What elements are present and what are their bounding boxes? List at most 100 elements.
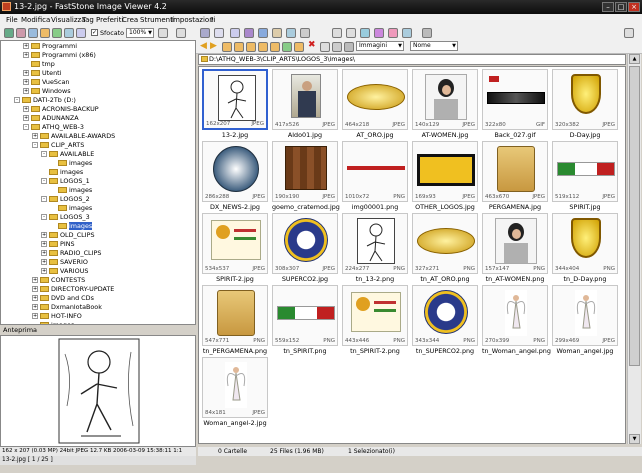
rotate-icon[interactable] bbox=[176, 28, 186, 38]
effects-icon[interactable] bbox=[374, 28, 384, 38]
tree-expander[interactable]: + bbox=[41, 232, 47, 238]
thumbnail-frame[interactable]: 463x670 JPEG bbox=[482, 141, 548, 202]
thumb-size-icon[interactable] bbox=[332, 42, 342, 52]
tree-node[interactable]: - CLIP_ARTS bbox=[32, 141, 84, 150]
tree-node[interactable]: images bbox=[50, 159, 92, 168]
tree-expander[interactable]: - bbox=[14, 97, 20, 103]
scroll-thumb[interactable] bbox=[629, 66, 640, 366]
tree-node[interactable]: + AVAILABLE-AWARDS bbox=[32, 132, 115, 141]
tree-expander[interactable]: + bbox=[23, 106, 29, 112]
zoom-select[interactable]: 100% ▼ bbox=[126, 28, 154, 38]
slideshow-icon[interactable] bbox=[76, 28, 86, 38]
tree-node[interactable]: + Programmi (x86) bbox=[23, 51, 96, 60]
open-icon[interactable] bbox=[4, 28, 14, 38]
thumbnail-item[interactable]: 140x129 JPEG AT-WOMEN.jpg bbox=[412, 69, 478, 139]
tree-expander[interactable]: + bbox=[23, 70, 29, 76]
thumbnail-frame[interactable]: 443x446 PNG bbox=[342, 285, 408, 346]
tree-expander[interactable]: + bbox=[23, 52, 29, 58]
thumbnail-frame[interactable]: 320x382 JPEG bbox=[552, 69, 618, 130]
batch-icon[interactable] bbox=[346, 28, 356, 38]
close-button[interactable]: × bbox=[628, 2, 640, 12]
tree-expander[interactable]: - bbox=[23, 124, 29, 130]
tree-node[interactable]: + Programmi bbox=[23, 42, 77, 51]
browse-icon[interactable] bbox=[16, 28, 26, 38]
forward-arrow-icon[interactable]: ▶ bbox=[210, 41, 217, 51]
tree-node[interactable]: images bbox=[32, 321, 74, 324]
thumbnail-item[interactable]: 299x469 JPEG Woman_angel.jpg bbox=[552, 285, 618, 355]
thumbnail-item[interactable]: 463x670 JPEG PERGAMENA.jpg bbox=[482, 141, 548, 211]
nav-icon[interactable] bbox=[52, 28, 62, 38]
minimize-button[interactable]: – bbox=[602, 2, 614, 12]
thumbnail-item[interactable]: 417x526 JPEG Aldo01.jpg bbox=[272, 69, 338, 139]
move-to-icon[interactable] bbox=[270, 42, 280, 52]
sort-select[interactable]: Nome ▼ bbox=[410, 41, 458, 51]
document-icon[interactable] bbox=[214, 28, 224, 38]
thumbnail-item[interactable]: 162x207 JPEG 13-2.jpg bbox=[202, 69, 268, 139]
tree-node[interactable]: images bbox=[41, 168, 83, 177]
thumbnail-frame[interactable]: 140x129 JPEG bbox=[412, 69, 478, 130]
scroll-up-button[interactable]: ▲ bbox=[629, 54, 640, 64]
tree-node[interactable]: + PINS bbox=[41, 240, 75, 249]
tree-expander[interactable]: + bbox=[32, 277, 38, 283]
tree-node[interactable]: + ACRONIS-BACKUP bbox=[23, 105, 99, 114]
menu-crea[interactable]: Crea bbox=[122, 16, 138, 24]
thumbnail-item[interactable]: 327x271 PNG tn_AT_ORO.png bbox=[412, 213, 478, 283]
menu-preferiti[interactable]: Preferiti bbox=[96, 16, 123, 24]
compare-icon[interactable] bbox=[244, 28, 254, 38]
thumbnail-item[interactable]: 308x307 JPEG SUPERCO2.jpg bbox=[272, 213, 338, 283]
tree-expander[interactable]: + bbox=[23, 115, 29, 121]
thumbnail-item[interactable]: 343x344 PNG tn_SUPERCO2.png bbox=[412, 285, 478, 355]
recycle-icon[interactable] bbox=[294, 42, 304, 52]
thumbnail-item[interactable]: 534x537 JPEG SPIRIT-2.jpg bbox=[202, 213, 268, 283]
tree-expander[interactable]: + bbox=[32, 313, 38, 319]
edit-icon[interactable] bbox=[258, 28, 268, 38]
thumbnail-item[interactable]: 169x93 JPEG OTHER_LOGOS.jpg bbox=[412, 141, 478, 211]
thumbnail-frame[interactable]: 84x181 JPEG bbox=[202, 357, 268, 418]
thumbnail-item[interactable]: 464x218 JPEG AT_ORO.jpg bbox=[342, 69, 408, 139]
back-arrow-icon[interactable]: ◀ bbox=[200, 41, 207, 51]
tree-expander[interactable]: + bbox=[32, 286, 38, 292]
thumbnail-frame[interactable]: 547x771 PNG bbox=[202, 285, 268, 346]
thumbnail-frame[interactable]: 299x469 JPEG bbox=[552, 285, 618, 346]
thumbnail-frame[interactable]: 308x307 JPEG bbox=[272, 213, 338, 274]
thumbnail-frame[interactable]: 344x404 PNG bbox=[552, 213, 618, 274]
tree-node[interactable]: - LOGOS_1 bbox=[41, 177, 90, 186]
flag-icon[interactable] bbox=[402, 28, 412, 38]
tree-node[interactable]: + CONTESTS bbox=[32, 276, 85, 285]
menu-strumenti[interactable]: Strumenti bbox=[140, 16, 175, 24]
path-bar[interactable]: D:\ATHQ_WEB-3\CLIP_ARTS\LOGOS_3\images\ bbox=[198, 54, 626, 65]
thumbnail-frame[interactable]: 157x147 PNG bbox=[482, 213, 548, 274]
menu-help[interactable]: ? bbox=[210, 16, 214, 24]
tree-expander[interactable]: + bbox=[23, 88, 29, 94]
menu-file[interactable]: File bbox=[6, 16, 18, 24]
vertical-scrollbar[interactable]: ▲ ▼ bbox=[627, 54, 641, 444]
menu-visualizza[interactable]: Visualizza bbox=[51, 16, 85, 24]
tree-expander[interactable]: + bbox=[41, 259, 47, 265]
resize-icon[interactable] bbox=[332, 28, 342, 38]
folder-icon[interactable] bbox=[40, 28, 50, 38]
thumbnail-frame[interactable]: 343x344 PNG bbox=[412, 285, 478, 346]
tree-node[interactable]: - DATI-2Tb (D:) bbox=[14, 96, 76, 105]
thumbnail-item[interactable]: 270x399 PNG tn_Woman_angel.png bbox=[482, 285, 551, 355]
tree-expander[interactable]: + bbox=[41, 250, 47, 256]
tree-node[interactable]: + VueScan bbox=[23, 78, 69, 87]
save-icon[interactable] bbox=[28, 28, 38, 38]
tree-node[interactable]: - LOGOS_2 bbox=[41, 195, 90, 204]
thumbnail-frame[interactable]: 224x277 PNG bbox=[342, 213, 408, 274]
settings-icon[interactable] bbox=[624, 28, 634, 38]
thumbnail-item[interactable]: 224x277 PNG tn_13-2.png bbox=[342, 213, 408, 283]
tree-node[interactable]: tmp bbox=[23, 60, 55, 69]
filmstrip-icon[interactable] bbox=[422, 28, 432, 38]
copy-to-icon[interactable] bbox=[258, 42, 268, 52]
tree-expander[interactable]: + bbox=[41, 241, 47, 247]
slideshow-icon-2[interactable] bbox=[300, 28, 310, 38]
thumbnail-frame[interactable]: 169x93 JPEG bbox=[412, 141, 478, 202]
thumbnail-grid[interactable]: 162x207 JPEG 13-2.jpg 417x526 JPEG Aldo01.jpg… bbox=[198, 66, 626, 444]
copy-icon[interactable] bbox=[200, 28, 210, 38]
tree-node[interactable]: + ADUNANZA bbox=[23, 114, 79, 123]
menu-modifica[interactable]: Modifica bbox=[21, 16, 50, 24]
thumbnail-frame[interactable]: 519x112 JPEG bbox=[552, 141, 618, 202]
thumbnail-frame[interactable]: 270x399 PNG bbox=[482, 285, 548, 346]
tree-node[interactable]: + Utenti bbox=[23, 69, 61, 78]
tree-node[interactable]: + DIRECTORY-UPDATE bbox=[32, 285, 114, 294]
